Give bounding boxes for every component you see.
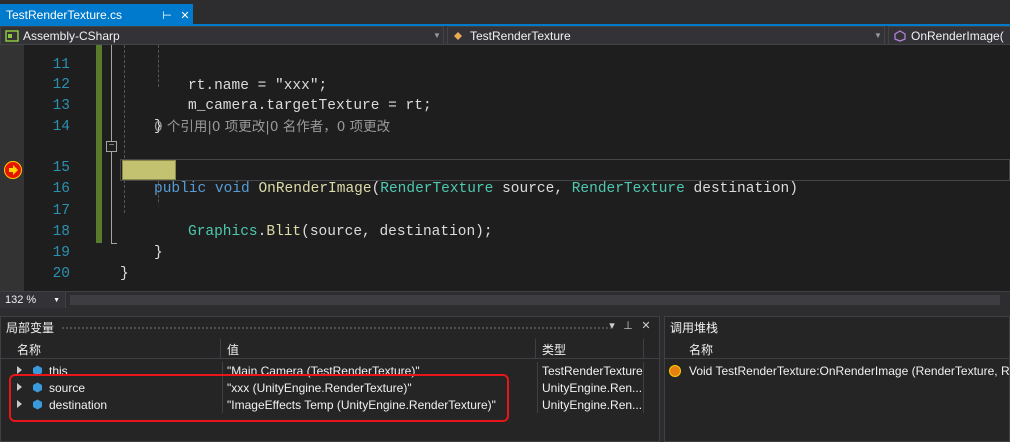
- class-icon: [452, 30, 466, 42]
- callstack-header: 调用堆栈: [665, 317, 1009, 337]
- class-name: TestRenderTexture: [470, 28, 571, 43]
- zoom-dropdown[interactable]: 132 % ▼: [0, 292, 66, 308]
- expand-arrow-icon[interactable]: [17, 366, 22, 374]
- code-line-15: 15 public void OnRenderImage(RenderTextu…: [0, 137, 1010, 197]
- document-tab-bar: TestRenderTexture.cs ⊢ ✕: [0, 0, 1010, 26]
- editor-status-strip: 132 % ▼: [0, 291, 1010, 308]
- csharp-project-icon: [5, 29, 19, 42]
- annotation-highlight-box: [9, 374, 509, 422]
- variable-type: UnityEngine.Ren...: [538, 396, 644, 413]
- grip-dots: [61, 326, 611, 329]
- code-editor[interactable]: 11 rt.name = "xxx"; 12 m_camera.targetTe…: [0, 45, 1010, 291]
- method-icon: [893, 29, 907, 42]
- column-name[interactable]: 名称: [685, 339, 1010, 359]
- column-value[interactable]: 值: [223, 339, 536, 359]
- tab-testrendertexture[interactable]: TestRenderTexture.cs ⊢ ✕: [0, 4, 193, 26]
- horizontal-scrollbar[interactable]: [70, 295, 1000, 305]
- frame-name: Void TestRenderTexture:OnRenderImage (Re…: [689, 363, 1010, 378]
- code-line-18: 18 }: [0, 201, 1010, 261]
- code-line-14: 14: [0, 96, 1010, 135]
- project-dropdown[interactable]: Assembly-CSharp ▼: [0, 26, 444, 45]
- code-line-17: 17 Graphics.Blit(source, destination);: [0, 180, 1010, 240]
- variable-type: UnityEngine.Ren...: [538, 379, 644, 396]
- callstack-window: 调用堆栈 名称 Void TestRenderTexture:OnRenderI…: [664, 316, 1010, 442]
- locals-header: 局部变量 ▾ ⊥ ✕: [1, 317, 659, 337]
- locals-title: 局部变量: [6, 320, 55, 335]
- pin-tab-icon[interactable]: ⊢: [159, 9, 175, 22]
- codelens-info[interactable]: 0 个引用|0 项更改|0 名作者，0 项更改: [154, 117, 390, 138]
- callstack-title: 调用堆栈: [670, 320, 719, 335]
- locals-column-header: 名称 值 类型: [1, 339, 659, 359]
- code-line-20: 20: [0, 243, 1010, 282]
- member-name: OnRenderImage(: [911, 28, 1004, 43]
- code-line-19: 19 }: [0, 222, 1010, 282]
- navigation-bar: Assembly-CSharp ▼ TestRenderTexture ▼ On…: [0, 26, 1010, 45]
- window-menu-icon[interactable]: ▾: [605, 319, 619, 332]
- variable-type: TestRenderTexture: [538, 362, 644, 379]
- project-name: Assembly-CSharp: [23, 28, 120, 43]
- zoom-level: 132 %: [5, 294, 37, 306]
- member-dropdown[interactable]: OnRenderImage(: [888, 26, 1010, 45]
- code-line-12: 12 m_camera.targetTexture = rt;: [0, 54, 1010, 114]
- close-tab-icon[interactable]: ✕: [177, 9, 193, 22]
- current-frame-icon: [669, 365, 681, 377]
- tab-title: TestRenderTexture.cs: [6, 8, 123, 22]
- line-number: 20: [52, 266, 70, 282]
- callstack-column-header: 名称: [665, 339, 1009, 359]
- pin-icon[interactable]: ⊥: [621, 319, 635, 332]
- chevron-down-icon: ▼: [433, 31, 441, 40]
- callstack-row[interactable]: Void TestRenderTexture:OnRenderImage (Re…: [665, 362, 1010, 379]
- code-text: }: [120, 266, 129, 282]
- chevron-down-icon: ▼: [53, 296, 60, 304]
- chevron-down-icon: ▼: [874, 31, 882, 40]
- class-dropdown[interactable]: TestRenderTexture ▼: [447, 26, 885, 45]
- line-number: 14: [52, 119, 70, 135]
- column-type[interactable]: 类型: [538, 339, 644, 359]
- code-line-13: 13 }: [0, 75, 1010, 135]
- column-name[interactable]: 名称: [13, 339, 221, 359]
- close-icon[interactable]: ✕: [639, 319, 653, 332]
- code-line-16: 16 {: [0, 158, 1010, 218]
